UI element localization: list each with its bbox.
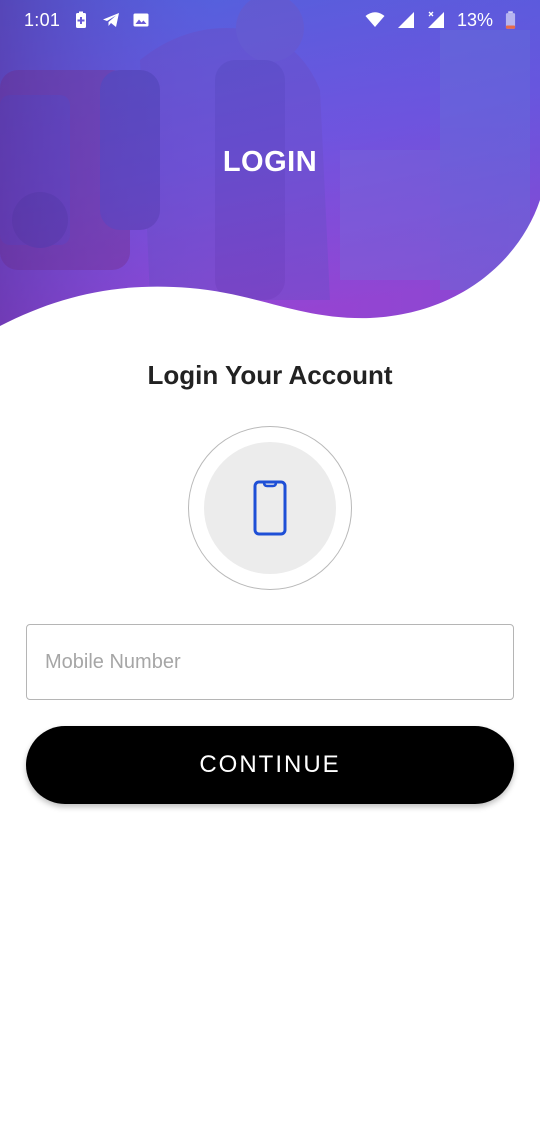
- smartphone-icon: [253, 480, 287, 536]
- mobile-number-input[interactable]: [26, 624, 514, 700]
- wifi-icon: [365, 12, 385, 27]
- login-heading: Login Your Account: [147, 360, 393, 390]
- status-bar: 1:01 13%: [0, 0, 540, 40]
- phone-badge: [188, 426, 352, 590]
- header-hero: 1:01 13% LOGIN: [0, 0, 540, 340]
- signal-x-icon: [427, 11, 444, 28]
- continue-button[interactable]: CONTINUE: [26, 726, 514, 804]
- status-time: 1:01: [24, 9, 61, 30]
- battery-icon: [505, 11, 516, 29]
- phone-badge-inner: [204, 442, 336, 574]
- signal-icon: [397, 12, 414, 28]
- battery-saver-icon: [76, 11, 87, 28]
- battery-percent: 13%: [456, 9, 493, 30]
- status-right: 13%: [365, 10, 516, 31]
- telegram-icon: [103, 13, 120, 27]
- page-title: LOGIN: [222, 146, 318, 178]
- status-left: 1:01: [24, 10, 150, 31]
- image-icon: [133, 13, 149, 27]
